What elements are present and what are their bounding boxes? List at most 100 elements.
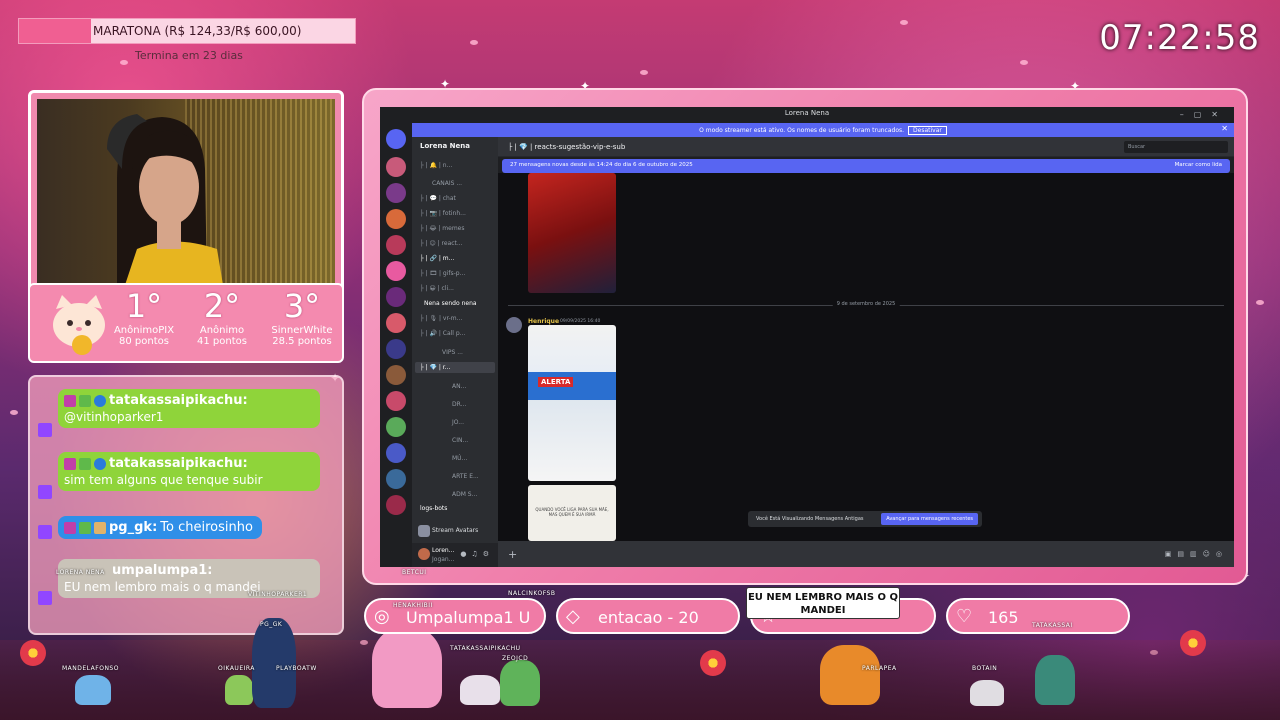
avatar-ground [0,640,1280,720]
meme-caption: QUANDO VOCÊ LIGA PARA SUA MÃE, MAS QUEM … [535,507,609,517]
goal-label: MARATONA (R$ 124,33/R$ 600,00) [93,24,302,38]
channel-item[interactable]: ├ | 🔗 | m... [420,255,454,262]
mic-headset-settings-icon[interactable]: ●♫⚙ [460,550,494,558]
message-timestamp: 09/09/2025 16:40 [560,319,601,324]
channel-category[interactable]: DR... [452,401,466,408]
close-icon[interactable]: ✕ [1221,124,1228,133]
channel-category[interactable]: MÚ... [452,455,467,462]
diamond-icon: ◇ [566,606,580,627]
avatar-nickname: PARLAPEA [862,665,897,672]
user-status: Jogan... [432,556,455,563]
message-author[interactable]: Henrique [528,318,559,325]
stream-avatars-icon [418,525,430,537]
video-attachment[interactable]: ALERTA [528,325,616,481]
avatar-nickname: BOTAIN [972,665,998,672]
podium-third: 3° SinnerWhite 28.5 pontos [271,287,333,347]
server-icon[interactable] [386,365,406,385]
avatar-sprite [820,645,880,705]
voice-channel[interactable]: ├ | 🔊 | Call p... [420,330,465,337]
channel-item[interactable]: ├ | 😂 | memes [420,225,465,232]
server-icon[interactable] [386,287,406,307]
new-messages-bar[interactable]: 27 mensagens novas desde às 14:24 do dia… [502,159,1230,173]
title-bar: Lorena Nena –▢✕ [380,107,1234,122]
video-attachment[interactable] [528,173,616,293]
server-icon[interactable] [386,495,406,515]
voice-channel[interactable]: ├ | 🎙 | vr-m... [420,315,462,322]
channel-category[interactable]: VIPS ... [442,349,463,356]
message-area: 9 de setembro de 2025 Henrique 09/09/202… [498,173,1234,541]
avatar-nickname: TATAKASSAIPIKACHU [450,645,521,652]
gift-badge-icon [94,521,106,534]
clock: 07:22:58 [1099,18,1260,58]
mark-read-button[interactable]: Marcar como lida [1175,162,1222,168]
avatar-nickname: HENAKHIBII [393,602,433,609]
chat-message: pg_gk: To cheirosinho [58,516,262,539]
server-icon[interactable] [386,339,406,359]
webcam-feed [37,99,335,286]
streamer-figure [107,114,224,286]
search-input[interactable]: Buscar [1124,141,1228,153]
message-composer[interactable]: + ▣▤▥☺◎ [498,541,1234,567]
avatar[interactable] [506,317,522,333]
server-icon[interactable] [386,183,406,203]
twitch-icon [38,525,52,539]
channel-item[interactable]: ├ | 😊 | react... [420,240,463,247]
server-icon[interactable] [386,209,406,229]
server-icon[interactable] [386,235,406,255]
server-icon[interactable] [386,391,406,411]
swirl-icon: ◎ [374,606,390,627]
avatar-sprite [460,675,500,705]
video-caption: ALERTA [538,377,574,387]
channel-item[interactable]: ├ | 🎞 | gifs-p... [420,270,465,277]
channel-category[interactable]: JO... [452,419,464,426]
window-controls[interactable]: –▢✕ [1180,110,1228,119]
disable-streamer-button[interactable]: Desativar [908,126,947,135]
stream-avatars-bar[interactable]: Stream Avatars [412,521,498,541]
bits-badge-icon [79,521,91,534]
jump-to-recent-button[interactable]: Avançar para mensagens recentes [881,513,978,525]
channel-category[interactable]: Nena sendo nena [424,300,477,307]
avatar-nickname: OIKAUEIRA [218,665,255,672]
verified-badge-icon [94,394,106,407]
server-icon[interactable] [386,157,406,177]
add-attachment-icon[interactable]: + [508,548,517,561]
channel-category[interactable]: CIN... [452,437,468,444]
heart-icon: ♡ [956,606,973,627]
verified-badge-icon [94,457,106,470]
channel-category[interactable]: CANAIS ... [432,180,462,187]
server-icon[interactable] [386,469,406,489]
channel-item-selected[interactable]: ├ | 💎 | r... [420,364,450,371]
server-icon[interactable] [386,261,406,281]
discord-home-icon[interactable] [386,129,406,149]
channel-category[interactable]: ARTE E... [452,473,479,480]
discord-window: Lorena Nena –▢✕ O modo streamer está ati… [380,107,1234,567]
avatar-nickname: PLAYBOATW [276,665,317,672]
avatar-nickname: PG_GK [260,621,283,628]
twitch-icon [38,423,52,437]
server-name[interactable]: Lorena Nena [420,142,470,150]
avatar-sprite [1035,655,1075,705]
avatar-sprite [500,660,540,706]
composer-tools-icon[interactable]: ▣▤▥☺◎ [1165,550,1228,558]
chat-message: tatakassaipikachu: @vitinhoparker1 [58,389,320,428]
avatar-sprite [970,680,1004,706]
channel-item[interactable]: ├ | 📷 | fotinh... [420,210,466,217]
server-icon[interactable] [386,443,406,463]
bits-badge-icon [79,394,91,407]
channel-title: ├ | 💎 | reacts-sugestão-vip-e-sub [508,143,626,151]
avatar-nickname: VITINHOPARKER1 [248,591,308,598]
heart-badge-icon [64,394,76,407]
channel-item[interactable]: ├ | 🔔 | n... [420,162,452,169]
server-icon[interactable] [386,313,406,333]
channel-item[interactable]: logs-bots [420,505,447,512]
follow-alert: ◎ Umpalumpa1 U [364,598,546,634]
channel-item[interactable]: ├ | 💬 | chat [420,195,456,202]
image-attachment[interactable]: QUANDO VOCÊ LIGA PARA SUA MÃE, MAS QUEM … [528,485,616,541]
goal-bar: MARATONA (R$ 124,33/R$ 600,00) [18,18,356,44]
user-panel[interactable]: Loren... Jogan... ●♫⚙ [412,543,498,567]
channel-category[interactable]: AN... [452,383,466,390]
heart-badge-icon [64,521,76,534]
channel-category[interactable]: ADM S... [452,491,477,498]
server-icon[interactable] [386,417,406,437]
channel-item[interactable]: ├ | 😀 | cli... [420,285,454,292]
